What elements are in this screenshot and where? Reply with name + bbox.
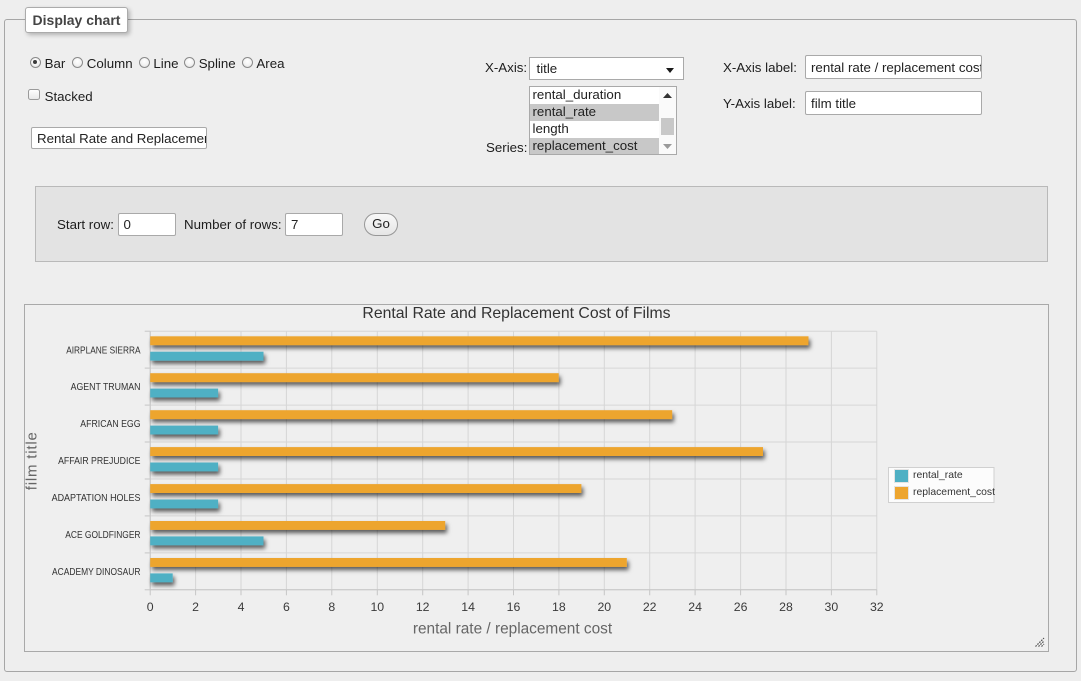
svg-text:28: 28 <box>779 600 793 614</box>
svg-text:replacement_cost: replacement_cost <box>913 487 995 498</box>
svg-text:rental rate / replacement cost: rental rate / replacement cost <box>413 621 613 638</box>
svg-text:ACE GOLDFINGER: ACE GOLDFINGER <box>65 530 140 541</box>
svg-text:AFFAIR PREJUDICE: AFFAIR PREJUDICE <box>58 456 141 467</box>
svg-text:24: 24 <box>688 600 702 614</box>
svg-text:18: 18 <box>552 600 566 614</box>
svg-text:8: 8 <box>328 600 335 614</box>
svg-text:12: 12 <box>416 600 430 614</box>
svg-text:rental_rate: rental_rate <box>913 470 963 481</box>
svg-text:AFRICAN EGG: AFRICAN EGG <box>80 419 140 430</box>
svg-text:film title: film title <box>25 431 41 490</box>
svg-text:Rental Rate and Replacement Co: Rental Rate and Replacement Cost of Film… <box>362 305 670 322</box>
svg-text:AIRPLANE SIERRA: AIRPLANE SIERRA <box>66 345 140 356</box>
svg-text:30: 30 <box>825 600 839 614</box>
svg-text:0: 0 <box>147 600 154 614</box>
svg-text:ACADEMY DINOSAUR: ACADEMY DINOSAUR <box>52 567 141 578</box>
svg-text:AGENT TRUMAN: AGENT TRUMAN <box>71 382 141 393</box>
svg-text:6: 6 <box>283 600 290 614</box>
svg-text:10: 10 <box>370 600 384 614</box>
svg-text:4: 4 <box>238 600 245 614</box>
svg-text:20: 20 <box>597 600 611 614</box>
svg-text:16: 16 <box>507 600 521 614</box>
svg-text:14: 14 <box>461 600 475 614</box>
svg-text:ADAPTATION HOLES: ADAPTATION HOLES <box>52 493 141 504</box>
svg-text:26: 26 <box>734 600 748 614</box>
svg-text:22: 22 <box>643 600 657 614</box>
svg-text:2: 2 <box>192 600 199 614</box>
svg-text:32: 32 <box>870 600 884 614</box>
